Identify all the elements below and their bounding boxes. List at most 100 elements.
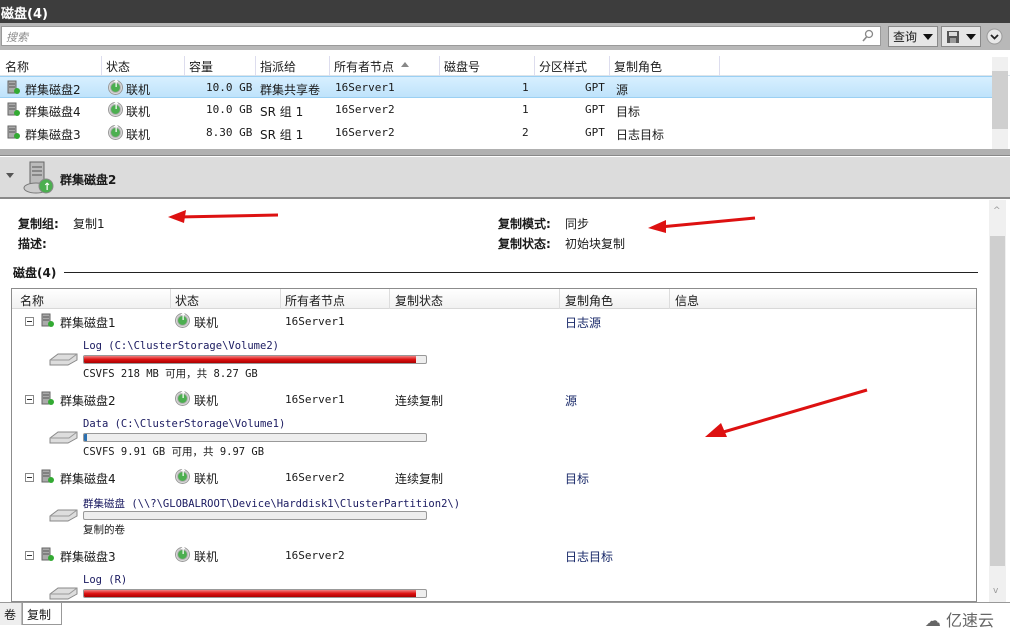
query-button[interactable]: 查询 (888, 26, 938, 47)
tab-replication[interactable]: 复制 (22, 603, 62, 625)
table-row[interactable]: 群集磁盘3 联机 8.30 GB SR 组 1 16Server2 2 GPT … (0, 122, 992, 144)
replication-state-value: 初始块复制 (565, 237, 626, 251)
col-name[interactable]: 名称 (20, 292, 44, 309)
row-status: 联机 (126, 83, 151, 97)
disk-rep-role: 源 (565, 394, 578, 408)
row-partition: GPT (585, 81, 605, 94)
section-divider (64, 272, 978, 273)
cluster-disk-icon (41, 547, 54, 561)
cluster-disk-icon (7, 80, 20, 94)
row-capacity: 10.0 GB (206, 103, 253, 116)
collapse-toggle-icon[interactable] (25, 395, 34, 404)
capacity-bar-fill (84, 590, 416, 597)
row-role: 日志目标 (616, 128, 665, 142)
col-status[interactable]: 状态 (106, 58, 130, 75)
query-label: 查询 (893, 30, 918, 44)
capacity-bar (83, 511, 427, 520)
row-assigned: 群集共享卷 (260, 83, 321, 97)
row-name: 群集磁盘3 (25, 128, 81, 142)
replication-mode-value: 同步 (565, 217, 590, 231)
cluster-disk-icon (7, 125, 20, 139)
volume-usage: CSVFS 9.91 GB 可用，共 9.97 GB (83, 446, 265, 458)
tab-volumes[interactable]: 卷 (0, 603, 22, 625)
row-status: 联机 (126, 128, 151, 142)
collapse-toggle-icon[interactable] (25, 317, 34, 326)
cluster-disk-large-icon: ↑ (23, 161, 54, 194)
table-row[interactable]: 群集磁盘2 联机 10.0 GB 群集共享卷 16Server1 1 GPT 源 (0, 76, 992, 98)
disk-rep-state: 连续复制 (395, 472, 444, 486)
detail-scrollbar[interactable]: ^ v (989, 200, 1006, 602)
sort-asc-icon (401, 62, 409, 67)
disk-rep-state: 连续复制 (395, 394, 444, 408)
description-label: 描述: (18, 237, 47, 251)
collapse-toggle-icon[interactable] (25, 551, 34, 560)
annotation-arrow (648, 216, 756, 233)
online-status-icon (108, 124, 123, 140)
volume-usage: CSVFS 218 MB 可用，共 8.27 GB (83, 368, 258, 380)
row-status: 联机 (126, 105, 151, 119)
row-capacity: 8.30 GB (206, 126, 253, 139)
grid-scrollbar[interactable] (992, 57, 1008, 149)
replication-state-label: 复制状态: (498, 237, 551, 251)
cluster-disk-icon (41, 469, 54, 483)
annotation-arrow (705, 388, 868, 437)
disk-grid-header: 名称 状态 容量 指派给 所有者节点 磁盘号 分区样式 复制角色 (0, 56, 1010, 76)
col-role[interactable]: 复制角色 (614, 58, 662, 75)
collapse-icon[interactable] (6, 173, 14, 178)
search-icon[interactable] (862, 29, 874, 43)
row-role: 源 (616, 83, 629, 97)
disk-status: 联机 (194, 550, 219, 564)
volume-path: Data (C:\ClusterStorage\Volume1) (83, 418, 286, 430)
expand-icon[interactable] (986, 28, 1003, 45)
row-assigned: SR 组 1 (260, 105, 304, 119)
col-disk-number[interactable]: 磁盘号 (444, 58, 480, 75)
col-partition[interactable]: 分区样式 (539, 58, 587, 75)
row-owner: 16Server2 (335, 103, 395, 116)
row-role: 目标 (616, 105, 641, 119)
disk-owner: 16Server2 (285, 471, 345, 484)
row-disk-number: 2 (522, 126, 529, 139)
col-assigned[interactable]: 指派给 (260, 58, 296, 75)
disk-status: 联机 (194, 472, 219, 486)
col-info[interactable]: 信息 (675, 292, 699, 309)
search-bar: 搜索 查询 (0, 23, 1010, 50)
row-owner: 16Server2 (335, 126, 395, 139)
annotation-arrow (168, 210, 279, 223)
drive-icon (49, 509, 78, 522)
drive-icon (49, 587, 78, 600)
dropdown-icon (923, 33, 933, 40)
row-partition: GPT (585, 126, 605, 139)
col-rep-state[interactable]: 复制状态 (395, 292, 443, 309)
scrollbar-thumb[interactable] (990, 236, 1005, 566)
volume-path: Log (C:\ClusterStorage\Volume2) (83, 340, 279, 352)
volume-usage: 复制的卷 (83, 524, 125, 536)
disk-name: 群集磁盘3 (60, 550, 116, 564)
replication-disk-list: 名称 状态 所有者节点 复制状态 复制角色 信息 群集磁盘1 联机 16Server… (11, 288, 977, 602)
table-row[interactable]: 群集磁盘4 联机 10.0 GB SR 组 1 16Server2 1 GPT … (0, 99, 992, 121)
online-status-icon (175, 312, 190, 328)
col-rep-role[interactable]: 复制角色 (565, 292, 613, 309)
search-input[interactable]: 搜索 (1, 26, 881, 46)
col-name[interactable]: 名称 (5, 58, 29, 75)
col-owner[interactable]: 所有者节点 (334, 58, 394, 75)
col-owner[interactable]: 所有者节点 (285, 292, 345, 309)
scroll-down-icon[interactable]: v (993, 586, 998, 596)
svg-text:↑: ↑ (43, 182, 51, 193)
row-partition: GPT (585, 103, 605, 116)
row-assigned: SR 组 1 (260, 128, 304, 142)
col-status[interactable]: 状态 (175, 292, 199, 309)
save-query-button[interactable] (941, 26, 981, 47)
dropdown-icon (966, 33, 976, 40)
row-disk-number: 1 (522, 81, 529, 94)
row-name: 群集磁盘4 (25, 105, 81, 119)
capacity-bar (83, 355, 427, 364)
row-name: 群集磁盘2 (25, 83, 81, 97)
volume-path: Log (R) (83, 574, 128, 586)
scroll-up-icon[interactable]: ^ (993, 206, 1001, 216)
col-capacity[interactable]: 容量 (189, 58, 213, 75)
row-capacity: 10.0 GB (206, 81, 253, 94)
online-status-icon (108, 79, 123, 95)
search-placeholder: 搜索 (6, 31, 28, 44)
collapse-toggle-icon[interactable] (25, 473, 34, 482)
pane-splitter[interactable] (0, 149, 1010, 156)
